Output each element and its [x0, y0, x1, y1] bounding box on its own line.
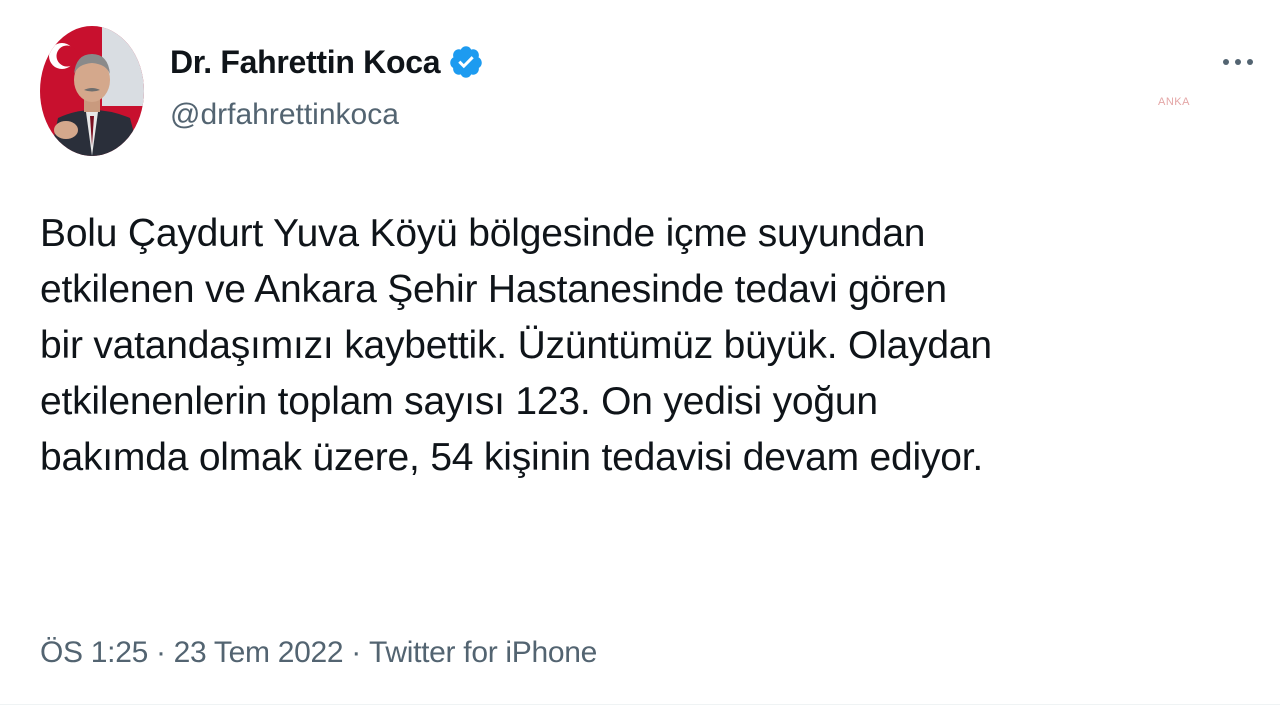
more-options-icon[interactable]: [1210, 44, 1266, 80]
avatar[interactable]: [40, 26, 144, 156]
meta-separator: ·: [155, 636, 166, 669]
watermark-logo: ANKA: [1158, 96, 1190, 108]
profile-photo-icon: [40, 26, 144, 156]
author-name-row: Dr. Fahrettin Koca: [170, 40, 484, 84]
tweet-date[interactable]: 23 Tem 2022: [174, 636, 344, 670]
verified-badge-icon: [448, 44, 484, 80]
tweet-source[interactable]: Twitter for iPhone: [369, 636, 597, 670]
tweet-card: Dr. Fahrettin Koca @drfahrettinkoca ANKA…: [0, 0, 1280, 720]
divider: [0, 704, 1280, 705]
meta-separator: ·: [351, 636, 361, 669]
tweet-text: Bolu Çaydurt Yuva Köyü bölgesinde içme s…: [40, 212, 992, 479]
tweet-time[interactable]: ÖS 1:25: [40, 636, 148, 670]
author-handle[interactable]: @drfahrettinkoca: [170, 98, 399, 132]
author-display-name[interactable]: Dr. Fahrettin Koca: [170, 44, 441, 81]
tweet-meta: ÖS 1:25 · 23 Tem 2022 · Twitter for iPho…: [40, 636, 597, 670]
